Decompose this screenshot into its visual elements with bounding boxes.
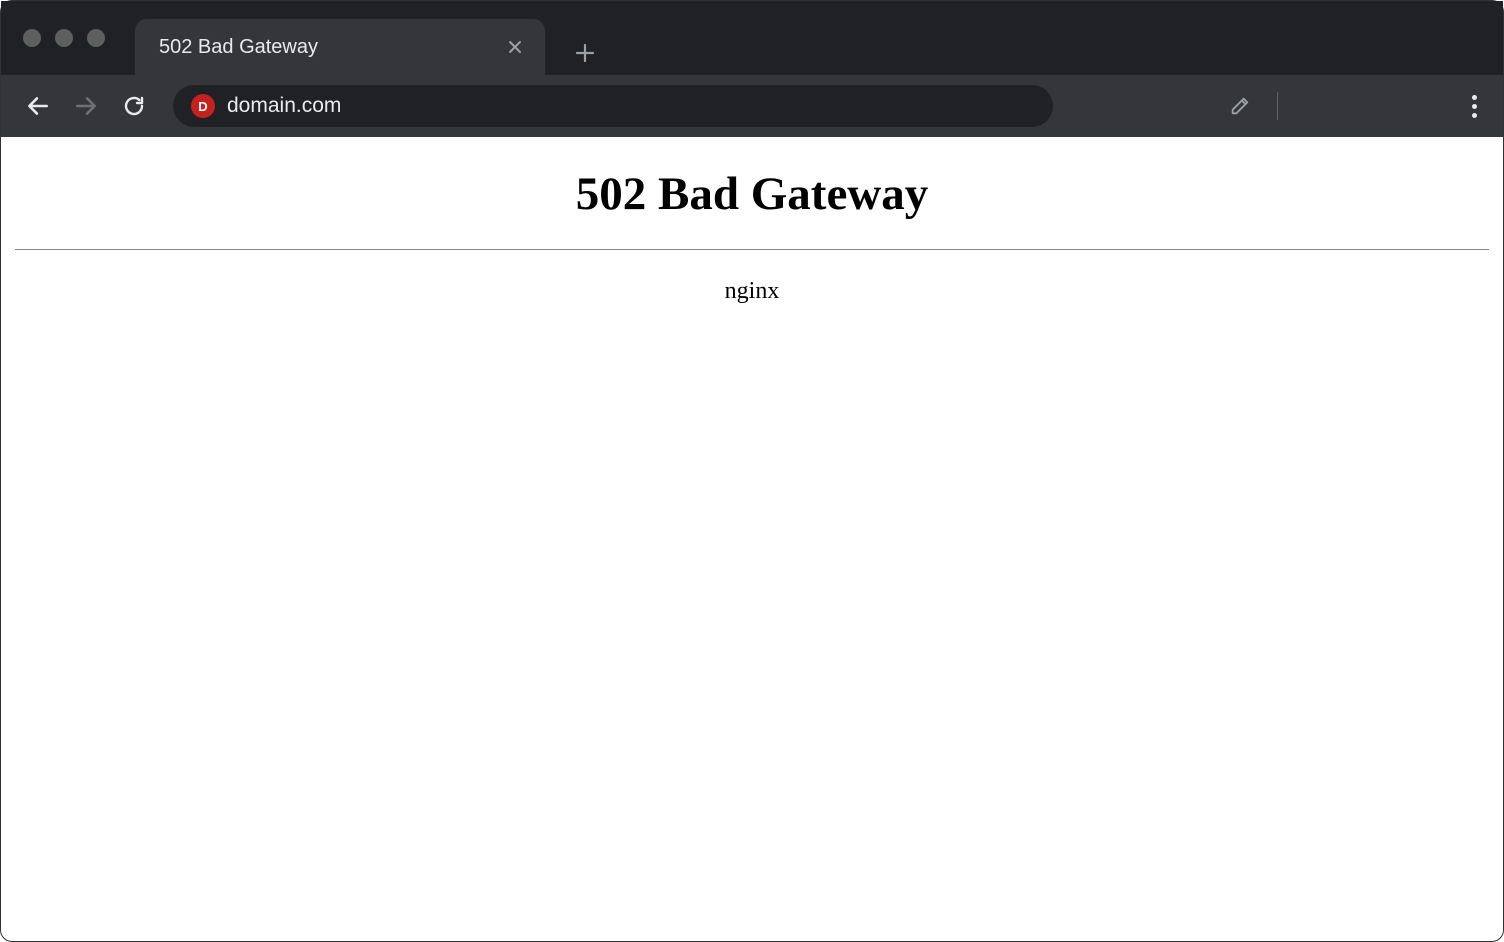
tab-title: 502 Bad Gateway [159,36,503,59]
error-heading: 502 Bad Gateway [13,167,1491,221]
window-minimize-button[interactable] [55,29,73,47]
title-bar: 502 Bad Gateway [1,1,1503,75]
pencil-icon[interactable] [1221,87,1259,125]
page-content: 502 Bad Gateway nginx [1,137,1503,325]
toolbar-right [1221,87,1485,126]
menu-button[interactable] [1464,87,1485,126]
divider [15,249,1489,250]
back-button[interactable] [19,87,57,125]
window-maximize-button[interactable] [87,29,105,47]
address-text: domain.com [227,94,341,118]
browser-tab[interactable]: 502 Bad Gateway [135,19,545,75]
site-favicon: D [191,94,215,118]
window-controls [1,29,129,47]
tab-strip: 502 Bad Gateway [129,1,1503,75]
toolbar: D domain.com [1,75,1503,137]
window-close-button[interactable] [23,29,41,47]
browser-chrome: 502 Bad Gateway D domain.com [1,1,1503,137]
forward-button[interactable] [67,87,105,125]
toolbar-divider [1277,92,1278,120]
reload-button[interactable] [115,87,153,125]
close-tab-icon[interactable] [503,35,527,59]
favicon-letter: D [198,99,207,114]
new-tab-button[interactable] [563,31,607,75]
address-bar[interactable]: D domain.com [173,85,1053,127]
server-label: nginx [13,278,1491,305]
